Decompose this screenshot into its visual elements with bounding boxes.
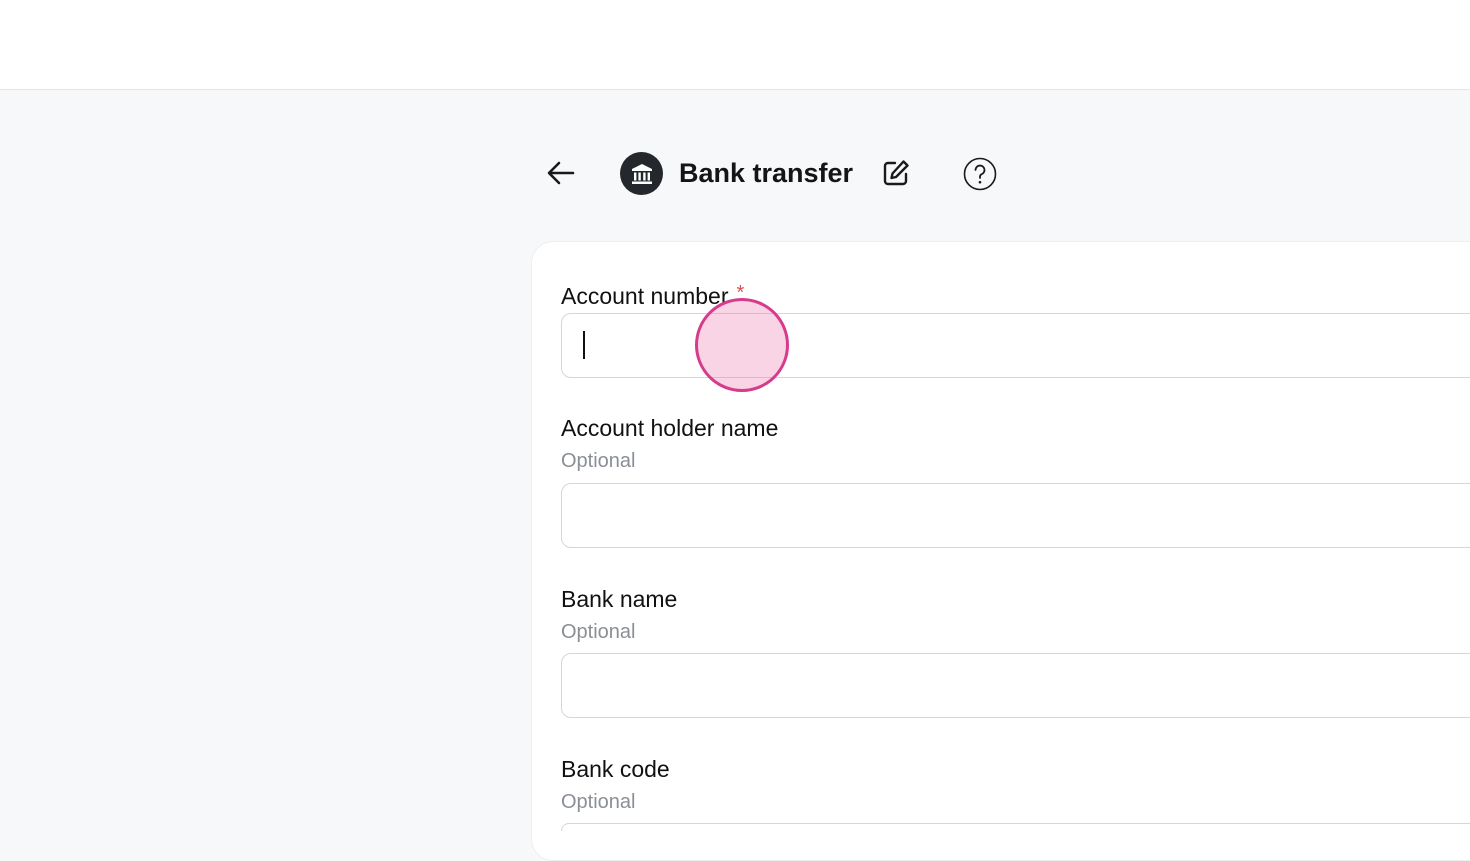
- bank-code-hint: Optional: [561, 791, 636, 813]
- bank-avatar: [620, 152, 663, 195]
- bank-name-input[interactable]: [561, 653, 1470, 718]
- bank-code-input[interactable]: [561, 823, 1470, 831]
- text-cursor: [583, 331, 585, 359]
- account-number-label: Account number *: [561, 279, 744, 310]
- page-header: Bank transfer: [0, 145, 1470, 201]
- top-bar: [0, 0, 1470, 90]
- required-indicator: *: [736, 282, 745, 304]
- account-holder-name-label: Account holder name: [561, 415, 779, 441]
- bank-name-hint: Optional: [561, 621, 636, 643]
- bank-name-label: Bank name: [561, 586, 678, 612]
- account-number-input[interactable]: [561, 313, 1470, 378]
- help-button[interactable]: [962, 156, 998, 192]
- account-number-label-text: Account number: [561, 283, 729, 309]
- account-holder-name-input[interactable]: [561, 483, 1470, 548]
- bank-icon: [631, 163, 652, 184]
- account-holder-name-hint: Optional: [561, 450, 636, 472]
- question-circle-icon: [963, 157, 997, 191]
- back-button[interactable]: [542, 155, 580, 191]
- bank-code-label: Bank code: [561, 756, 670, 782]
- pencil-square-icon: [883, 160, 909, 186]
- page-title: Bank transfer: [679, 158, 854, 188]
- arrow-left-icon: [547, 161, 575, 185]
- edit-button[interactable]: [878, 156, 914, 190]
